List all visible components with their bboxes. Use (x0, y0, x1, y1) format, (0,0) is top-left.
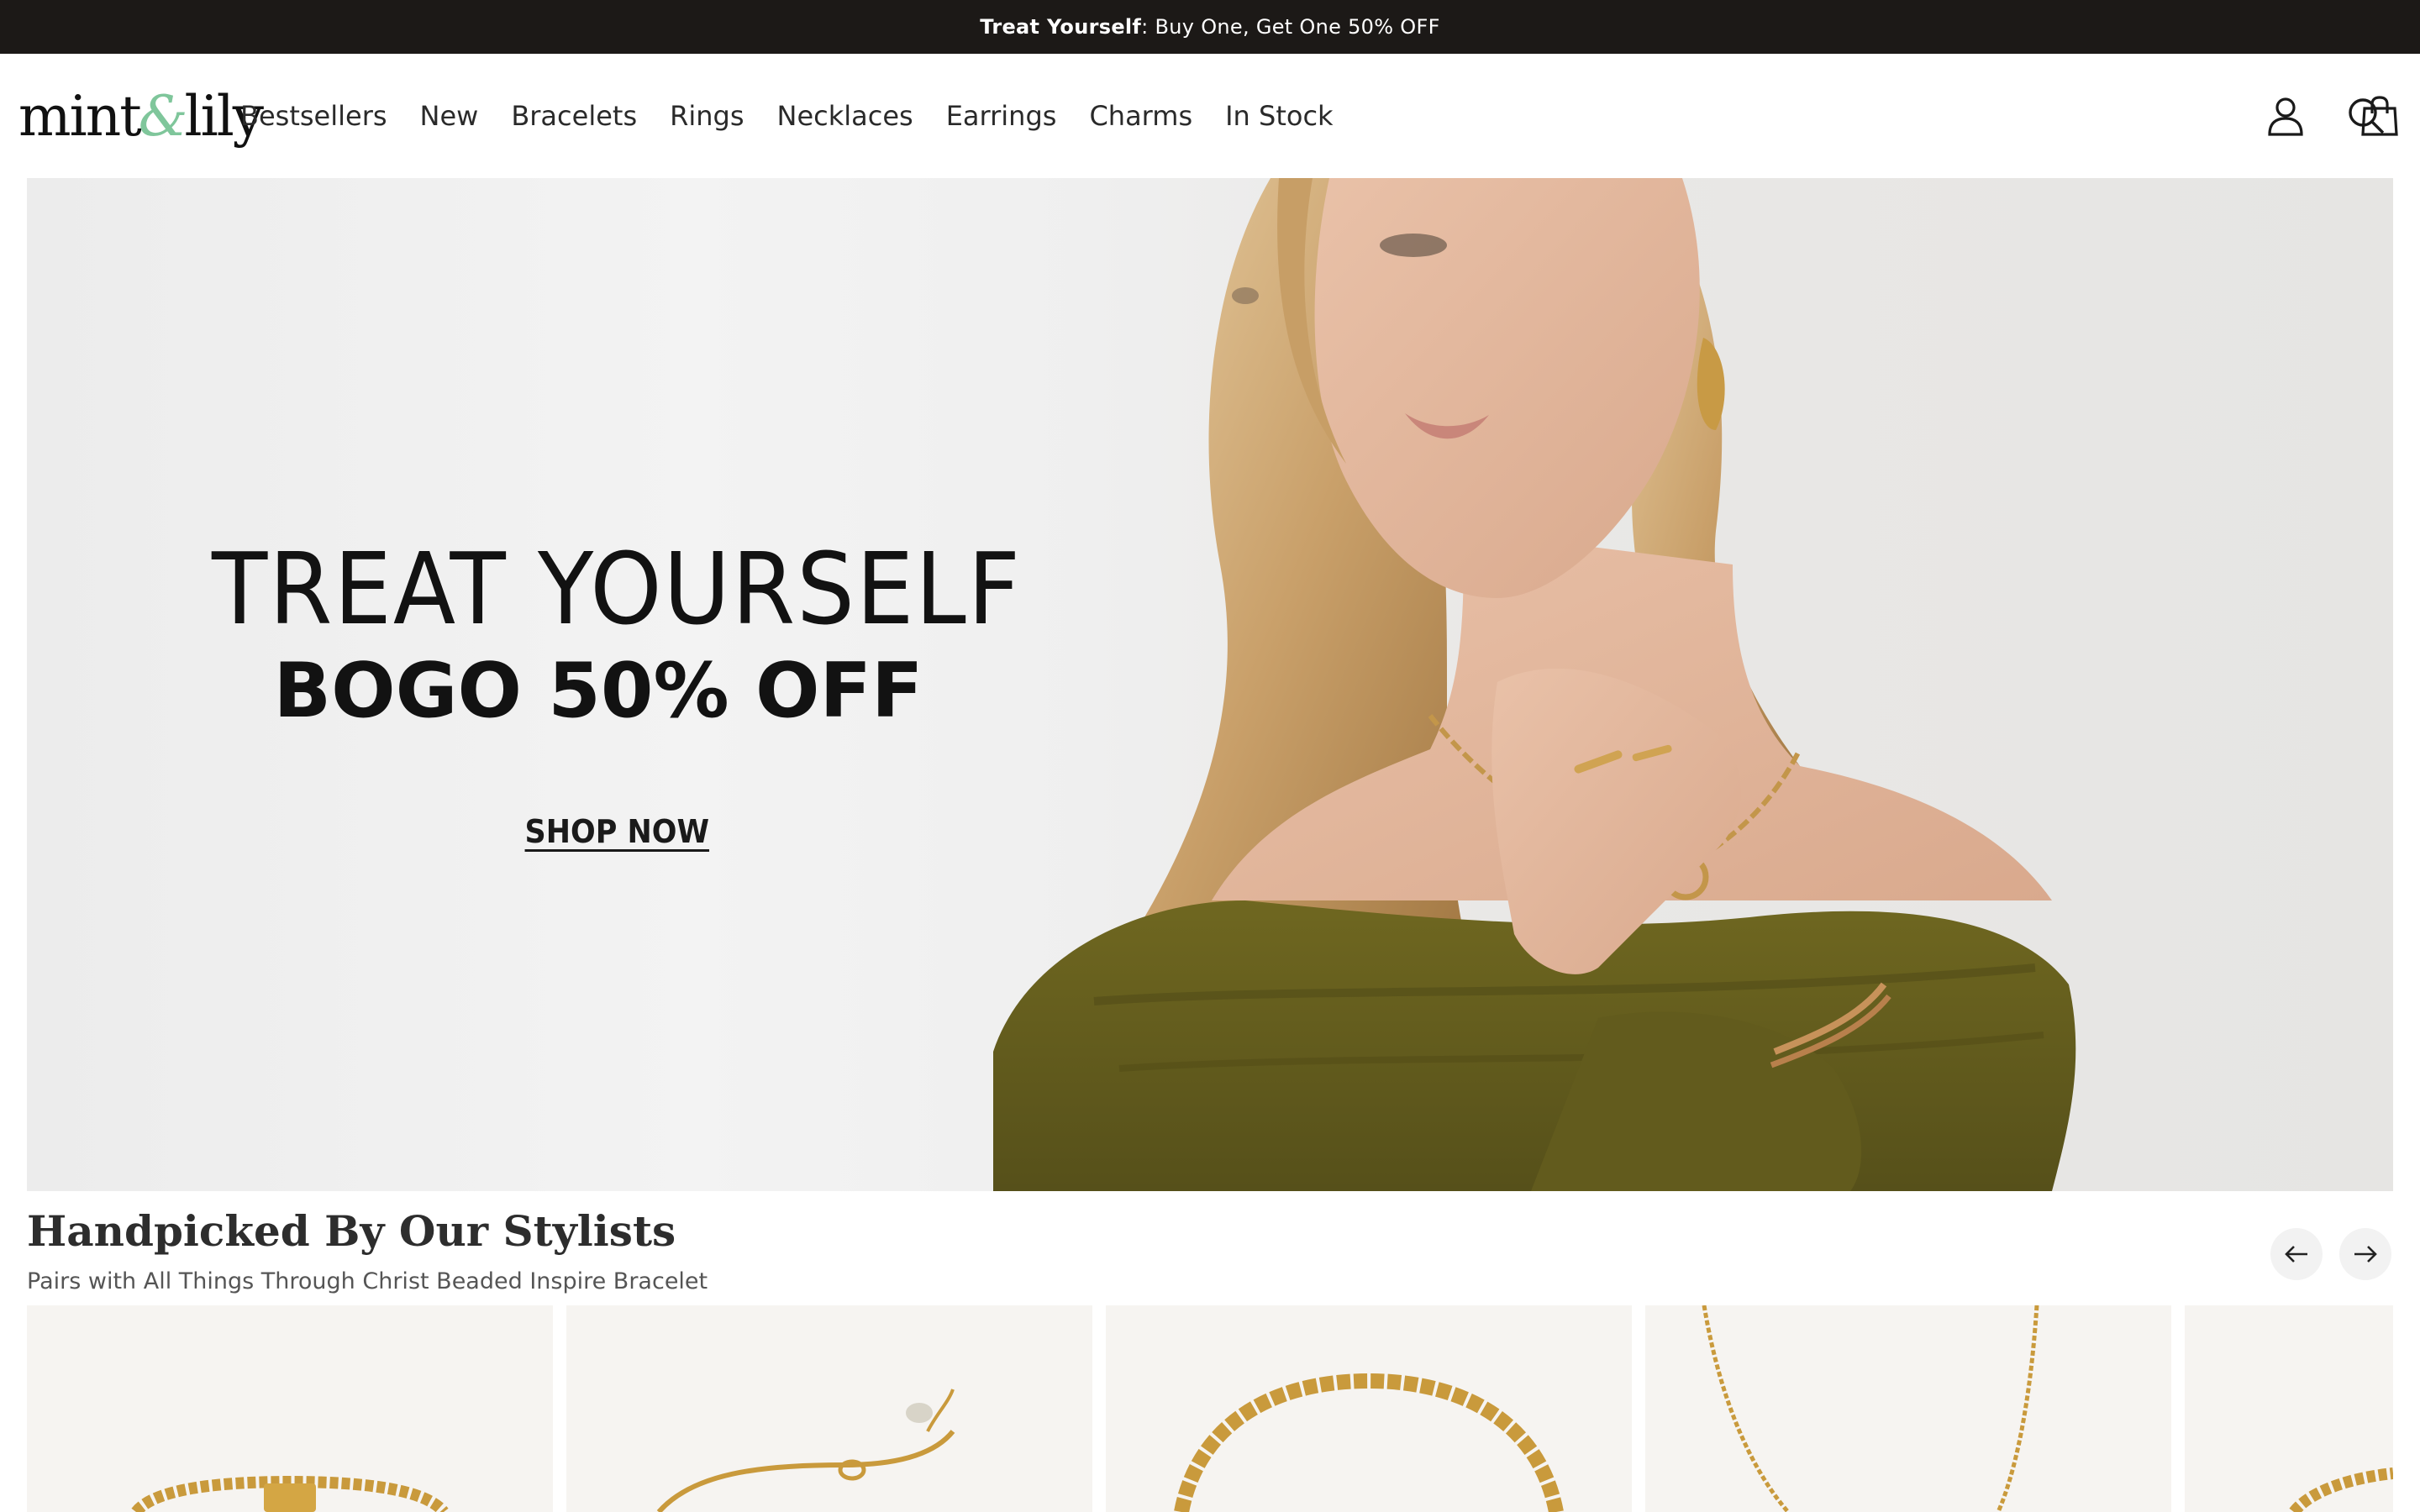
logo[interactable]: mint & lily (18, 82, 264, 150)
product-carousel (27, 1305, 2393, 1512)
carousel-prev-button[interactable] (2270, 1228, 2323, 1280)
logo-ampersand: & (138, 83, 188, 149)
site-header: mint & lily Bestsellers New Bracelets Ring… (0, 54, 2420, 178)
logo-left: mint (18, 83, 142, 149)
product-card[interactable] (566, 1305, 1092, 1512)
product-image (2289, 1467, 2393, 1512)
product-card[interactable] (1106, 1305, 1632, 1512)
product-image (131, 1475, 449, 1512)
carousel-next-button[interactable] (2339, 1228, 2391, 1280)
product-card[interactable] (27, 1305, 553, 1512)
shop-now-link[interactable]: SHOP NOW (525, 813, 709, 850)
hero-title: TREAT YOURSELF (212, 531, 1022, 647)
nav-item-necklaces[interactable]: Necklaces (777, 96, 913, 136)
nav-item-charms[interactable]: Charms (1089, 96, 1192, 136)
arrow-left-icon (2285, 1246, 2307, 1263)
arrow-right-icon (2354, 1246, 2377, 1263)
account-icon[interactable] (2260, 91, 2311, 141)
section-title: Handpicked By Our Stylists (27, 1206, 676, 1256)
hero-banner[interactable]: TREAT YOURSELF BOGO 50% OFF SHOP NOW (27, 178, 2393, 1191)
cart-icon[interactable] (2354, 91, 2405, 141)
hero-subtitle: BOGO 50% OFF (273, 647, 923, 735)
product-image (656, 1389, 955, 1512)
nav-item-rings[interactable]: Rings (670, 96, 744, 136)
section-subtitle: Pairs with All Things Through Christ Bea… (27, 1268, 708, 1294)
nav-item-bestsellers[interactable]: Bestsellers (240, 96, 387, 136)
nav-item-earrings[interactable]: Earrings (946, 96, 1057, 136)
product-image (1174, 1373, 1564, 1512)
product-card[interactable] (2185, 1305, 2393, 1512)
announcement-bar[interactable]: Treat Yourself: Buy One, Get One 50% OFF (0, 0, 2420, 54)
hero-copy: TREAT YOURSELF BOGO 50% OFF (212, 539, 1052, 729)
nav-item-bracelets[interactable]: Bracelets (511, 96, 637, 136)
nav-item-new[interactable]: New (420, 96, 479, 136)
main-nav: Bestsellers New Bracelets Rings Necklace… (240, 96, 1366, 136)
product-card[interactable] (1645, 1305, 2171, 1512)
nav-item-in-stock[interactable]: In Stock (1225, 96, 1333, 136)
announcement-bold: Treat Yourself (980, 15, 1142, 39)
announcement-text: : Buy One, Get One 50% OFF (1141, 15, 1440, 39)
model-photo (993, 178, 2076, 1191)
product-image (1702, 1305, 2039, 1512)
